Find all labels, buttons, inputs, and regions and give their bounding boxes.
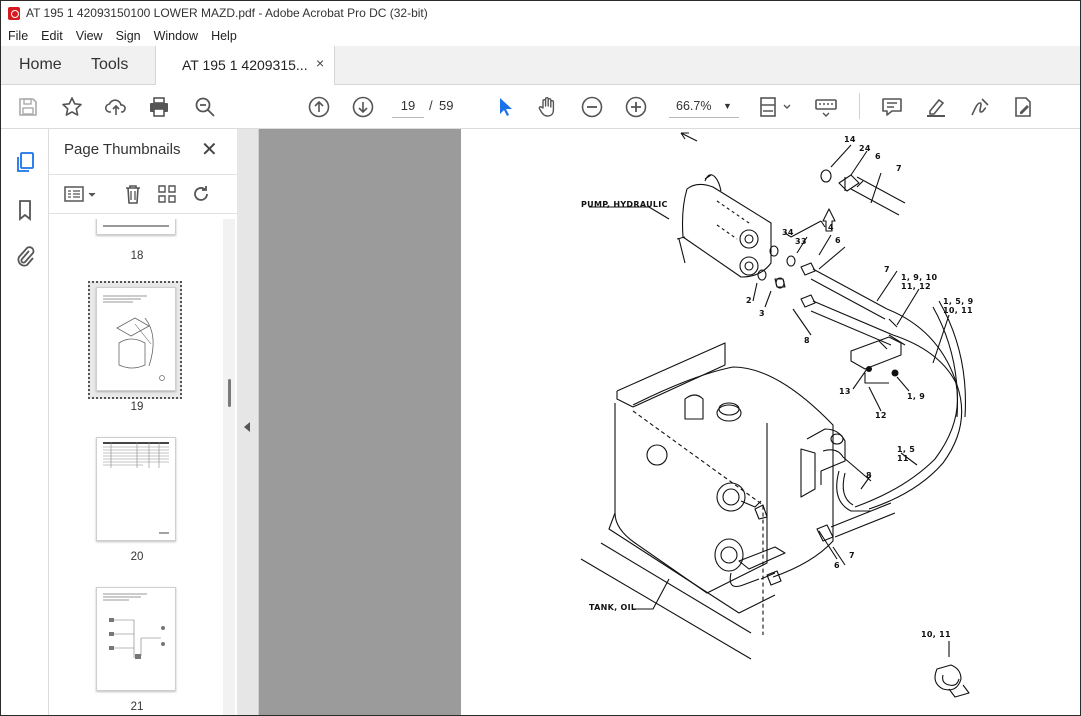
callout-3: 3 — [759, 309, 765, 318]
rotate-icon[interactable] — [190, 183, 212, 205]
zoom-select[interactable]: 66.7% ▼ — [669, 95, 739, 118]
page-number-input[interactable]: 19 — [392, 95, 424, 118]
callout-1-5-9: 1, 5, 9 — [943, 297, 974, 306]
callout-7c: 7 — [849, 551, 855, 560]
hand-icon[interactable] — [536, 95, 560, 119]
tab-document-label: AT 195 1 4209315... — [182, 57, 308, 73]
thumbnail-list: 18 19 20 21 — [49, 219, 225, 715]
attachment-icon[interactable] — [14, 245, 36, 267]
callout-1-9: 1, 9 — [907, 392, 926, 401]
callout-7b: 7 — [884, 265, 890, 274]
callout-6b: 6 — [835, 236, 841, 245]
insert-pages-icon[interactable] — [156, 183, 178, 205]
callout-7: 7 — [896, 164, 902, 173]
page-thumbnails-icon[interactable] — [14, 151, 36, 173]
callout-4: 4 — [828, 223, 834, 232]
thumbnail-page-number: 20 — [130, 551, 144, 563]
callout-1-9-10: 1, 9, 10 — [901, 273, 938, 282]
thumbnail-page-21[interactable] — [96, 587, 176, 691]
keyboard-icon[interactable] — [814, 95, 838, 119]
upload-icon[interactable] — [104, 95, 128, 119]
zoom-out-icon[interactable] — [580, 95, 604, 119]
title-bar: AT 195 1 42093150100 LOWER MAZD.pdf - Ad… — [1, 1, 1080, 25]
fit-page-icon[interactable] — [758, 95, 794, 119]
save-icon[interactable] — [16, 95, 40, 119]
tab-bar: Home Tools AT 195 1 4209315... × — [1, 46, 1080, 85]
toolbar-divider — [859, 93, 860, 119]
page-separator: / — [429, 98, 433, 113]
menu-sign[interactable]: Sign — [109, 29, 147, 43]
acrobat-logo-icon — [8, 6, 20, 20]
callout-33: 33 — [795, 237, 807, 246]
acrobat-window: AT 195 1 42093150100 LOWER MAZD.pdf - Ad… — [0, 0, 1081, 716]
callout-34: 34 — [782, 228, 794, 237]
callout-13: 13 — [839, 387, 851, 396]
callout-11: 11 — [897, 454, 909, 463]
thumbnail-page-number: 21 — [130, 701, 144, 713]
menu-bar: File Edit View Sign Window Help — [1, 25, 1080, 46]
callout-6c: 6 — [834, 561, 840, 570]
chevron-down-icon: ▼ — [723, 101, 732, 111]
thumbnail-page-number: 18 — [130, 250, 144, 262]
tab-tools[interactable]: Tools — [91, 46, 128, 84]
scrollbar-thumb[interactable] — [228, 379, 231, 407]
callout-2: 2 — [746, 296, 752, 305]
delete-icon[interactable] — [122, 183, 144, 205]
navigation-rail — [1, 129, 49, 715]
tab-document[interactable]: AT 195 1 4209315... × — [155, 46, 335, 85]
bookmark-icon[interactable] — [14, 199, 36, 221]
callout-8: 8 — [804, 336, 810, 345]
hydraulic-parts-diagram — [580, 132, 970, 698]
thumbnail-panel: Page Thumbnails ✕ 18 19 20 21 — [49, 129, 238, 715]
collapse-arrow-icon — [244, 422, 250, 432]
thumbnail-options-icon[interactable] — [63, 183, 99, 205]
next-page-icon[interactable] — [351, 95, 375, 119]
callout-12: 12 — [875, 411, 887, 420]
label-pump-hydraulic: PUMP, HYDRAULIC — [581, 200, 668, 209]
tab-home[interactable]: Home — [19, 46, 62, 84]
edit-pdf-icon[interactable] — [1011, 95, 1035, 119]
callout-10-11b: 10, 11 — [921, 630, 951, 639]
window-title: AT 195 1 42093150100 LOWER MAZD.pdf - Ad… — [26, 6, 428, 20]
thumbnail-page-number: 19 — [130, 401, 144, 413]
callout-6: 6 — [875, 152, 881, 161]
callout-8b: 8 — [866, 471, 872, 480]
select-arrow-icon[interactable] — [493, 95, 517, 119]
find-icon[interactable] — [193, 95, 217, 119]
print-icon[interactable] — [147, 95, 171, 119]
thumbnail-page-19[interactable] — [96, 287, 176, 391]
prev-page-icon[interactable] — [307, 95, 331, 119]
close-icon[interactable]: ✕ — [201, 137, 218, 162]
star-icon[interactable] — [60, 95, 84, 119]
callout-14: 14 — [844, 135, 856, 144]
callout-24: 24 — [859, 144, 871, 153]
sign-icon[interactable] — [968, 95, 992, 119]
panel-title: Page Thumbnails — [64, 141, 181, 158]
highlight-icon[interactable] — [924, 95, 948, 119]
panel-toolbar — [49, 174, 237, 214]
comment-icon[interactable] — [880, 95, 904, 119]
tab-close-icon[interactable]: × — [316, 55, 324, 71]
thumbnail-page-18[interactable] — [96, 219, 176, 235]
label-tank-oil: TANK, OIL — [589, 603, 637, 612]
menu-window[interactable]: Window — [147, 29, 204, 43]
thumbnail-page-20[interactable] — [96, 437, 176, 541]
callout-10-11: 10, 11 — [943, 306, 973, 315]
menu-help[interactable]: Help — [204, 29, 243, 43]
pdf-page: PUMP, HYDRAULIC TANK, OIL 14 24 6 7 4 34… — [461, 129, 1080, 715]
zoom-in-icon[interactable] — [624, 95, 648, 119]
menu-file[interactable]: File — [1, 29, 34, 43]
main-toolbar: 19 / 59 66.7% ▼ — [1, 85, 1080, 129]
callout-11-12: 11, 12 — [901, 282, 931, 291]
panel-collapse-handle[interactable] — [237, 129, 259, 715]
thumbnail-scrollbar[interactable] — [223, 219, 235, 715]
page-total: 59 — [439, 98, 454, 113]
callout-1-5: 1, 5 — [897, 445, 916, 454]
menu-edit[interactable]: Edit — [34, 29, 69, 43]
menu-view[interactable]: View — [69, 29, 109, 43]
zoom-value: 66.7% — [676, 99, 712, 113]
